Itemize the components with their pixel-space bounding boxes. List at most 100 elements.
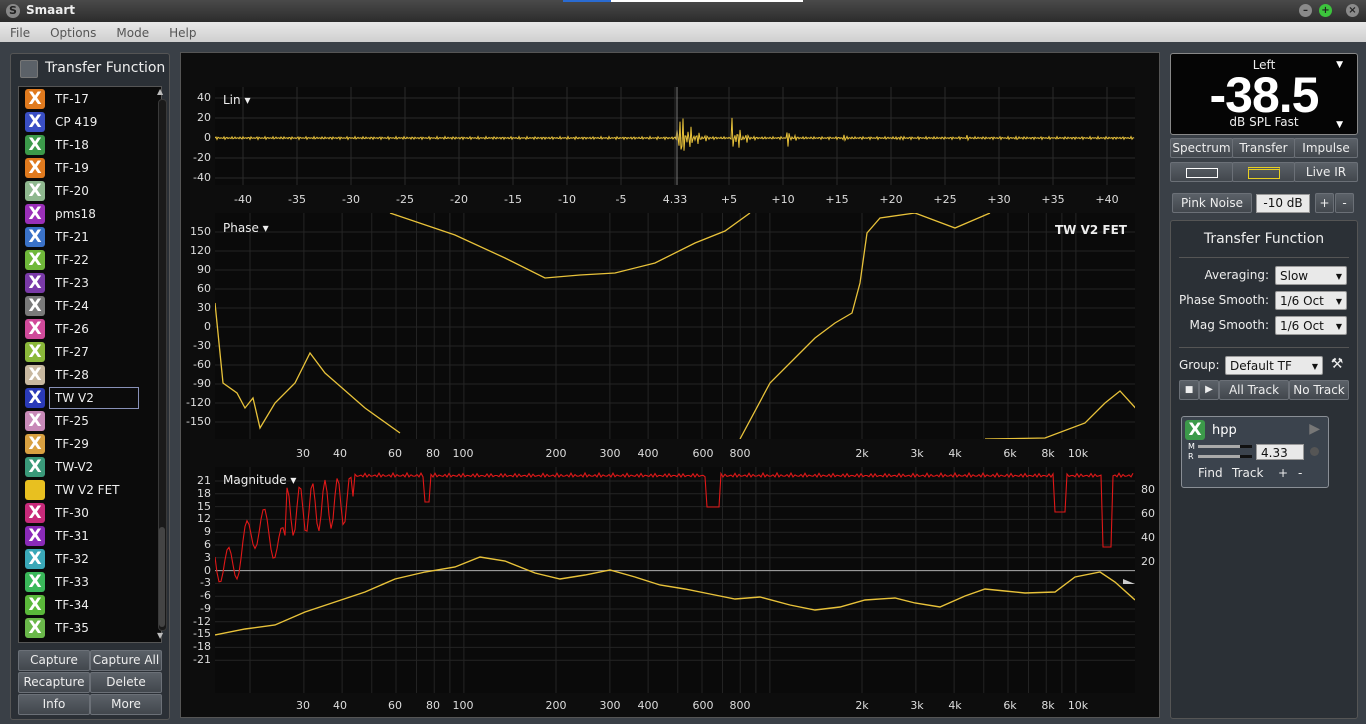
menu-help[interactable]: Help [159,23,206,40]
phase-dropdown[interactable]: Phase ▾ [223,221,269,235]
visibility-toggle-icon[interactable]: X [25,526,45,546]
impulse-plot[interactable]: Lin ▾ [215,87,1135,185]
phase-smooth-select[interactable]: 1/6 Oct ▼ [1275,291,1347,310]
spl-meter[interactable]: Left ▼ -38.5 dB SPL Fast ▼ [1170,53,1358,135]
measurement-track-card[interactable]: X hpp ▶ M R 4.33 Find Track + - [1181,416,1329,488]
list-item[interactable]: X TF-26 [19,318,151,341]
visibility-toggle-icon[interactable] [25,480,45,500]
visibility-toggle-icon[interactable]: X [25,181,45,201]
list-item[interactable]: X TF-28 [19,364,151,387]
visibility-toggle-icon[interactable]: X [25,342,45,362]
list-item[interactable]: X TF-18 [19,134,151,157]
visibility-toggle-icon[interactable]: X [25,273,45,293]
visibility-toggle-icon[interactable]: X [25,227,45,247]
no-track-button[interactable]: No Track [1289,380,1349,400]
list-item[interactable]: X TF-31 [19,525,151,548]
list-item[interactable]: X TF-35 [19,617,151,640]
live-ir-button[interactable]: Live IR [1294,162,1358,182]
recapture-button[interactable]: Recapture [18,672,90,693]
list-item[interactable]: X CP 419 [19,111,151,134]
stop-button[interactable]: ■ [1179,380,1199,400]
scroll-up-icon[interactable]: ▲ [157,87,163,96]
list-item[interactable]: X TF-19 [19,157,151,180]
pink-noise-button[interactable]: Pink Noise [1172,193,1252,213]
list-item[interactable]: X TF-24 [19,295,151,318]
visibility-toggle-icon[interactable]: X [25,388,45,408]
list-scrollbar[interactable]: ▲ ▼ [157,87,167,642]
list-item[interactable]: X TF-27 [19,341,151,364]
generator-level[interactable]: -10 dB [1256,194,1310,213]
list-item[interactable]: X TF-20 [19,180,151,203]
group-select[interactable]: Default TF ▼ [1225,356,1323,375]
tools-icon[interactable]: ⚒ [1327,356,1347,375]
play-icon[interactable]: ▶ [1309,421,1320,437]
visibility-toggle-icon[interactable]: X [25,135,45,155]
single-view-button[interactable] [1170,162,1233,182]
unit-dropdown-icon[interactable]: ▼ [1336,120,1343,130]
panel-toggle-checkbox[interactable] [20,60,38,78]
capture-all-button[interactable]: Capture All [90,650,162,671]
visibility-toggle-icon[interactable]: X [25,365,45,385]
level-up-button[interactable]: + [1315,193,1334,213]
find-button[interactable]: Find [1198,466,1223,480]
list-item[interactable]: X TW V2 [19,387,151,410]
list-item[interactable]: TW V2 FET [19,479,151,502]
add-delay-button[interactable]: + [1278,466,1288,480]
mag-smooth-select[interactable]: 1/6 Oct ▼ [1275,316,1347,335]
visibility-toggle-icon[interactable]: X [25,549,45,569]
visibility-toggle-icon[interactable]: X [25,296,45,316]
subtract-delay-button[interactable]: - [1298,466,1302,480]
list-item[interactable]: X TF-23 [19,272,151,295]
scroll-down-icon[interactable]: ▼ [157,631,163,640]
list-item[interactable]: X TF-34 [19,594,151,617]
list-item[interactable]: X TF-17 [19,88,151,111]
more-button[interactable]: More [90,694,162,715]
menu-file[interactable]: File [0,23,40,40]
phase-plot[interactable]: Phase ▾ TW V2 FET [215,213,1135,439]
list-item[interactable]: X TF-32 [19,548,151,571]
visibility-toggle-icon[interactable]: X [25,89,45,109]
visibility-toggle-icon[interactable]: X [25,250,45,270]
list-item[interactable]: X TF-25 [19,410,151,433]
play-button[interactable]: ▶ [1199,380,1219,400]
visibility-toggle-icon[interactable]: X [25,112,45,132]
visibility-toggle-icon[interactable]: X [25,572,45,592]
visibility-toggle-icon[interactable]: X [25,503,45,523]
list-item[interactable]: X TW-V2 [19,456,151,479]
averaging-select[interactable]: Slow ▼ [1275,266,1347,285]
visibility-toggle-icon[interactable]: X [25,457,45,477]
minimize-icon[interactable]: – [1299,4,1312,17]
menu-options[interactable]: Options [40,23,106,40]
track-button[interactable]: Track [1232,466,1263,480]
visibility-toggle-icon[interactable]: X [25,595,45,615]
delete-button[interactable]: Delete [90,672,162,693]
measurement-visibility-icon[interactable]: X [1185,420,1205,440]
split-view-button[interactable] [1232,162,1295,182]
visibility-toggle-icon[interactable]: X [25,319,45,339]
magnitude-plot[interactable]: Magnitude ▾ [215,467,1135,693]
visibility-toggle-icon[interactable]: X [25,158,45,178]
level-down-button[interactable]: - [1335,193,1354,213]
visibility-toggle-icon[interactable]: X [25,411,45,431]
list-item[interactable]: X TF-33 [19,571,151,594]
tab-spectrum[interactable]: Spectrum [1170,138,1233,158]
capture-button[interactable]: Capture [18,650,90,671]
visibility-toggle-icon[interactable]: X [25,618,45,638]
info-button[interactable]: Info [18,694,90,715]
list-item[interactable]: X TF-30 [19,502,151,525]
impulse-scale-dropdown[interactable]: Lin ▾ [223,93,250,107]
maximize-icon[interactable]: + [1319,4,1332,17]
delay-field[interactable]: 4.33 [1256,444,1304,460]
tab-impulse[interactable]: Impulse [1294,138,1358,158]
list-item[interactable]: X TF-22 [19,249,151,272]
list-item[interactable]: X TF-21 [19,226,151,249]
menu-mode[interactable]: Mode [106,23,159,40]
tab-transfer[interactable]: Transfer [1232,138,1295,158]
visibility-toggle-icon[interactable]: X [25,434,45,454]
list-item[interactable]: Xpms18 [19,203,151,226]
all-track-button[interactable]: All Track [1219,380,1289,400]
visibility-toggle-icon[interactable]: X [25,204,45,224]
close-icon[interactable]: × [1346,4,1359,17]
magnitude-dropdown[interactable]: Magnitude ▾ [223,473,296,487]
list-item[interactable]: X TF-29 [19,433,151,456]
